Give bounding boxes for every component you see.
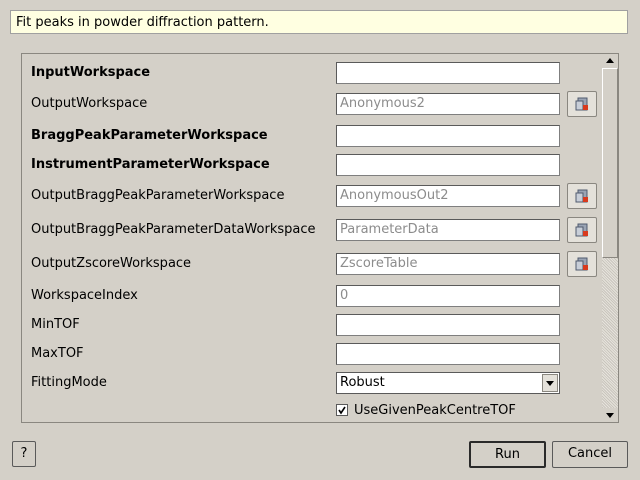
- output-workspace-field[interactable]: Anonymous2: [336, 93, 560, 115]
- fitting-mode-value: Robust: [340, 375, 385, 390]
- property-row-workspace-index: WorkspaceIndex 0: [22, 284, 602, 308]
- run-button[interactable]: Run: [469, 441, 546, 468]
- workspace-history-icon: [575, 189, 588, 203]
- workspace-history-icon: [575, 257, 588, 271]
- property-row-max-tof: MaxTOF: [22, 342, 602, 366]
- vertical-scrollbar[interactable]: [602, 54, 618, 422]
- property-label: WorkspaceIndex: [31, 288, 138, 303]
- scroll-down-arrow-icon[interactable]: [602, 408, 618, 422]
- input-workspace-field[interactable]: [336, 62, 560, 84]
- checkbox-label: UseGivenPeakCentreTOF: [354, 403, 516, 418]
- help-button[interactable]: ?: [12, 441, 36, 467]
- property-label: OutputZscoreWorkspace: [31, 256, 192, 271]
- property-label: OutputBraggPeakParameterWorkspace: [31, 188, 285, 203]
- check-icon: [338, 406, 346, 415]
- workspace-index-field[interactable]: 0: [336, 285, 560, 307]
- property-label: InstrumentParameterWorkspace: [31, 157, 270, 172]
- properties-panel: InputWorkspace OutputWorkspace Anonymous…: [21, 53, 619, 423]
- property-row-output-bragg-peak-parameter-workspace: OutputBraggPeakParameterWorkspace Anonym…: [22, 183, 602, 209]
- workspace-history-button[interactable]: [567, 217, 597, 243]
- output-bragg-peak-parameter-workspace-field[interactable]: AnonymousOut2: [336, 185, 560, 207]
- property-row-output-zscore-workspace: OutputZscoreWorkspace ZscoreTable: [22, 251, 602, 277]
- workspace-history-icon: [575, 97, 588, 111]
- property-label: MaxTOF: [31, 346, 84, 361]
- property-label: MinTOF: [31, 317, 80, 332]
- property-row-input-workspace: InputWorkspace: [22, 61, 602, 85]
- algorithm-dialog: Fit peaks in powder diffraction pattern.…: [0, 0, 640, 480]
- scroll-up-arrow-icon[interactable]: [602, 54, 618, 68]
- min-tof-field[interactable]: [336, 314, 560, 336]
- output-zscore-workspace-field[interactable]: ZscoreTable: [336, 253, 560, 275]
- property-row-instrument-parameter-workspace: InstrumentParameterWorkspace: [22, 153, 602, 177]
- property-row-use-given-peak-centre-tof: UseGivenPeakCentreTOF: [22, 399, 602, 422]
- fitting-mode-select[interactable]: Robust: [336, 372, 560, 394]
- property-row-min-tof: MinTOF: [22, 313, 602, 337]
- property-row-bragg-peak-parameter-workspace: BraggPeakParameterWorkspace: [22, 124, 602, 148]
- cancel-button[interactable]: Cancel: [552, 441, 628, 468]
- workspace-history-button[interactable]: [567, 91, 597, 117]
- bragg-peak-parameter-workspace-field[interactable]: [336, 125, 560, 147]
- workspace-history-icon: [575, 223, 588, 237]
- workspace-history-button[interactable]: [567, 251, 597, 277]
- workspace-history-button[interactable]: [567, 183, 597, 209]
- algorithm-description: Fit peaks in powder diffraction pattern.: [10, 10, 628, 34]
- property-label: InputWorkspace: [31, 65, 151, 80]
- max-tof-field[interactable]: [336, 343, 560, 365]
- property-label: BraggPeakParameterWorkspace: [31, 128, 268, 143]
- property-row-fitting-mode: FittingMode Robust: [22, 371, 602, 395]
- property-row-output-bragg-peak-parameter-data-workspace: OutputBraggPeakParameterDataWorkspace Pa…: [22, 217, 602, 243]
- property-label: OutputBraggPeakParameterDataWorkspace: [31, 222, 316, 237]
- chevron-down-icon[interactable]: [542, 374, 558, 392]
- checkbox-box[interactable]: [336, 404, 348, 416]
- property-label: FittingMode: [31, 375, 107, 390]
- scrollbar-thumb[interactable]: [602, 68, 618, 258]
- output-bragg-peak-parameter-data-workspace-field[interactable]: ParameterData: [336, 219, 560, 241]
- property-label: OutputWorkspace: [31, 96, 148, 111]
- instrument-parameter-workspace-field[interactable]: [336, 154, 560, 176]
- property-row-output-workspace: OutputWorkspace Anonymous2: [22, 91, 602, 117]
